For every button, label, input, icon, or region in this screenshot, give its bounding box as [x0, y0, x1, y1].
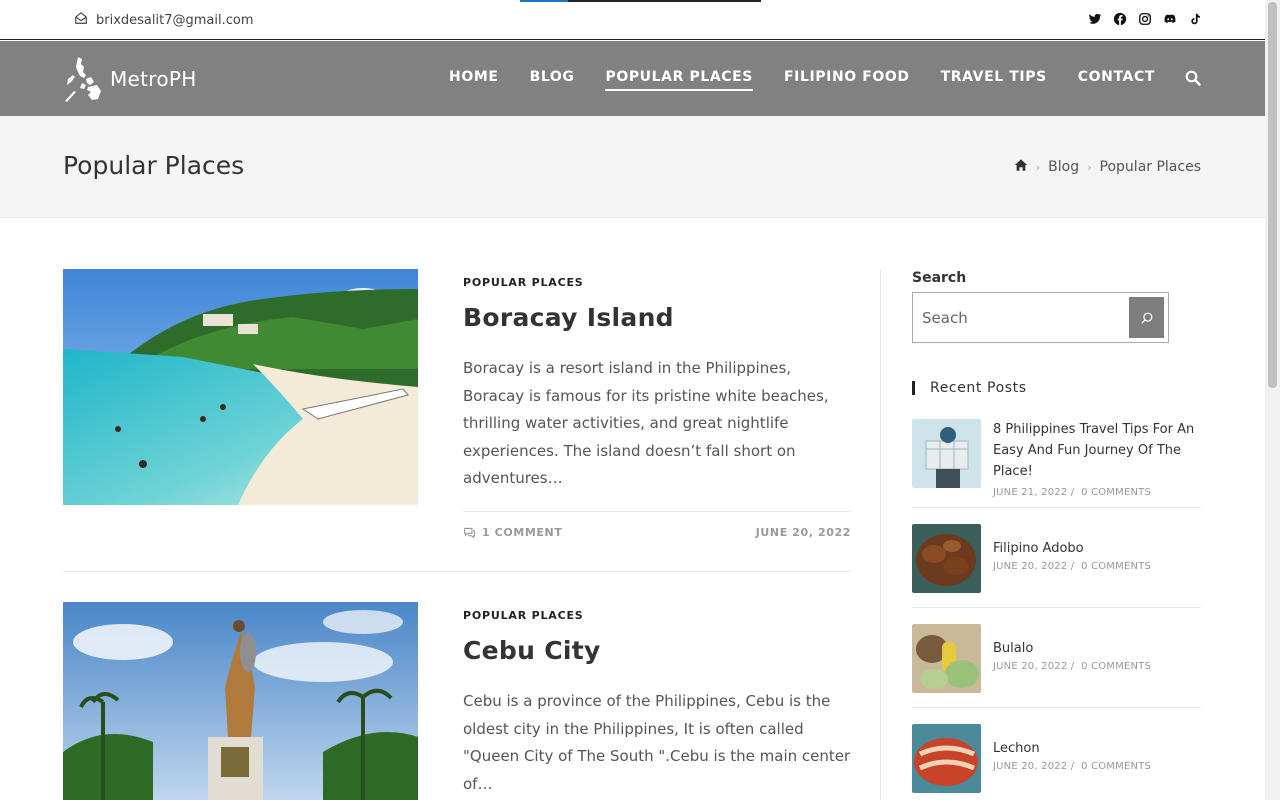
post-content: POPULAR PLACES Boracay Island Boracay is… — [463, 269, 851, 539]
scrollbar-thumb[interactable] — [1268, 2, 1277, 388]
recent-post-thumbnail[interactable] — [912, 524, 981, 593]
email-text: brixdesalit7@gmail.com — [96, 12, 254, 28]
site-header: MetroPH HOME BLOG POPULAR PLACES FILIPIN… — [0, 41, 1265, 116]
nav-contact[interactable]: CONTACT — [1078, 69, 1155, 91]
post-meta: 1 COMMENT JUNE 20, 2022 — [463, 510, 851, 539]
site-logo[interactable]: MetroPH — [64, 55, 197, 103]
post-title[interactable]: Cebu City — [463, 636, 851, 665]
post-card: POPULAR PLACES Boracay Island Boracay is… — [63, 269, 851, 539]
recent-post-item[interactable]: Filipino Adobo JUNE 20, 2022 / 0 COMMENT… — [912, 524, 1201, 608]
recent-post-date: JUNE 21, 2022 — [993, 487, 1068, 498]
nav-travel-tips[interactable]: TRAVEL TIPS — [941, 69, 1047, 91]
chevron-right-icon: › — [1035, 160, 1041, 174]
post-category[interactable]: POPULAR PLACES — [463, 609, 851, 622]
page-header: Popular Places › Blog › Popular Places — [0, 116, 1265, 218]
page-scrollbar[interactable] — [1265, 0, 1280, 800]
recent-post-item[interactable]: Bulalo JUNE 20, 2022 / 0 COMMENTS — [912, 624, 1201, 708]
recent-post-title[interactable]: 8 Philippines Travel Tips For An Easy An… — [993, 419, 1201, 482]
post-comments-count: 1 COMMENT — [482, 525, 563, 539]
discord-icon[interactable] — [1163, 12, 1177, 26]
post-date: JUNE 20, 2022 — [755, 525, 851, 539]
recent-post-date: JUNE 20, 2022 — [993, 561, 1068, 572]
post-card: POPULAR PLACES Cebu City Cebu is a provi… — [63, 602, 851, 800]
nav-blog[interactable]: BLOG — [530, 69, 575, 91]
chevron-right-icon: › — [1087, 160, 1092, 174]
comments-icon — [464, 527, 475, 538]
breadcrumb: › Blog › Popular Places — [1014, 158, 1201, 176]
reading-progress-bar — [520, 0, 761, 2]
nav-popular-places[interactable]: POPULAR PLACES — [605, 69, 753, 91]
search-widget — [912, 292, 1169, 343]
envelope-icon — [74, 11, 88, 29]
top-bar: brixdesalit7@gmail.com — [0, 0, 1265, 40]
recent-post-thumbnail[interactable] — [912, 724, 981, 793]
recent-post-item[interactable]: 8 Philippines Travel Tips For An Easy An… — [912, 419, 1201, 508]
recent-post-date: JUNE 20, 2022 — [993, 661, 1068, 672]
home-icon[interactable] — [1014, 158, 1028, 176]
recent-post-meta: JUNE 20, 2022 / 0 COMMENTS — [993, 561, 1152, 572]
post-title[interactable]: Boracay Island — [463, 303, 851, 332]
nav-home[interactable]: HOME — [449, 69, 499, 91]
recent-post-title[interactable]: Filipino Adobo — [993, 538, 1151, 559]
social-links — [1088, 12, 1202, 26]
recent-post-meta: JUNE 20, 2022 / 0 COMMENTS — [993, 761, 1152, 772]
reading-progress-fill — [520, 0, 569, 2]
contact-email[interactable]: brixdesalit7@gmail.com — [74, 11, 254, 29]
main-nav: HOME BLOG POPULAR PLACES FILIPINO FOOD T… — [449, 69, 1155, 91]
search-icon — [1141, 312, 1152, 323]
recent-post-title[interactable]: Lechon — [993, 738, 1151, 759]
post-excerpt: Boracay is a resort island in the Philip… — [463, 359, 829, 487]
sidebar-search-input[interactable] — [917, 297, 1129, 338]
sidebar-divider — [880, 269, 881, 800]
search-widget-label: Search — [912, 270, 967, 286]
page-title: Popular Places — [63, 151, 245, 180]
recent-post-meta: JUNE 20, 2022 / 0 COMMENTS — [993, 661, 1152, 672]
recent-post-thumbnail[interactable] — [912, 624, 981, 693]
instagram-icon[interactable] — [1138, 12, 1152, 26]
breadcrumb-current: Popular Places — [1099, 159, 1201, 175]
nav-filipino-food[interactable]: FILIPINO FOOD — [784, 69, 910, 91]
post-excerpt: Cebu is a province of the Philippines, C… — [463, 692, 851, 793]
recent-post-comments[interactable]: 0 COMMENTS — [1081, 487, 1151, 498]
search-icon[interactable] — [1185, 70, 1201, 86]
post-divider — [63, 571, 851, 572]
recent-post-thumbnail[interactable] — [912, 419, 981, 488]
recent-posts-title: Recent Posts — [912, 381, 1201, 395]
sidebar: Search Recent Posts 8 Philippines Travel… — [912, 270, 1201, 800]
recent-post-comments[interactable]: 0 COMMENTS — [1081, 561, 1151, 572]
post-category[interactable]: POPULAR PLACES — [463, 276, 851, 289]
breadcrumb-blog[interactable]: Blog — [1048, 159, 1079, 175]
philippines-map-logo-icon — [65, 57, 101, 102]
recent-post-item[interactable]: Lechon JUNE 20, 2022 / 0 COMMENTS — [912, 724, 1201, 800]
post-comments-link[interactable]: 1 COMMENT — [463, 526, 562, 539]
post-content: POPULAR PLACES Cebu City Cebu is a provi… — [463, 602, 851, 798]
twitter-icon[interactable] — [1088, 12, 1102, 26]
recent-post-date: JUNE 20, 2022 — [993, 761, 1068, 772]
recent-post-comments[interactable]: 0 COMMENTS — [1081, 661, 1151, 672]
post-thumbnail-cebu[interactable] — [63, 602, 418, 800]
post-thumbnail-boracay[interactable] — [63, 269, 418, 505]
facebook-icon[interactable] — [1113, 12, 1127, 26]
recent-post-title[interactable]: Bulalo — [993, 638, 1151, 659]
sidebar-search-button[interactable] — [1129, 297, 1164, 338]
recent-post-meta: JUNE 21, 2022 / 0 COMMENTS — [993, 487, 1152, 498]
site-name: MetroPH — [110, 67, 197, 91]
tiktok-icon[interactable] — [1188, 12, 1202, 26]
recent-post-comments[interactable]: 0 COMMENTS — [1081, 761, 1151, 772]
